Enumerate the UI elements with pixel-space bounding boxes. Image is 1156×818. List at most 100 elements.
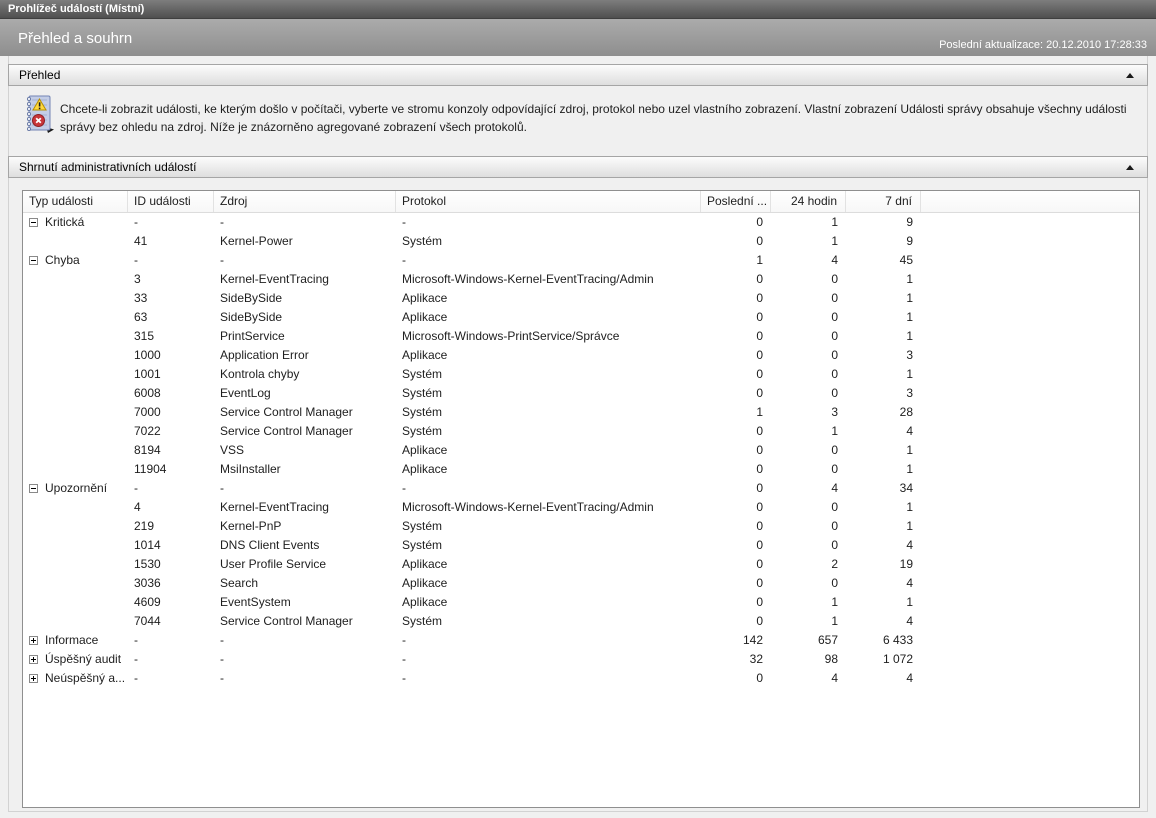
overview-body: Chcete-li zobrazit události, ke kterým d…	[8, 92, 1148, 150]
filler-cell	[921, 479, 1139, 498]
overview-section-title: Přehled	[19, 68, 61, 82]
table-row[interactable]: Informace - - - 142 657 6 433	[23, 631, 1139, 650]
event-id-cell: -	[134, 633, 138, 647]
table-row[interactable]: 4 Kernel-EventTracing Microsoft-Windows-…	[23, 498, 1139, 517]
source-cell: Kernel-EventTracing	[220, 500, 329, 514]
column-header-event-type[interactable]: Typ události	[23, 191, 128, 212]
table-row[interactable]: Upozornění - - - 0 4 34	[23, 479, 1139, 498]
log-cell: Aplikace	[402, 348, 448, 362]
days7-cell: 4	[906, 671, 913, 685]
filler-cell	[921, 441, 1139, 460]
collapse-icon[interactable]	[29, 484, 38, 493]
table-row[interactable]: 7044 Service Control Manager Systém 0 1 …	[23, 612, 1139, 631]
chevron-up-icon[interactable]	[1126, 73, 1134, 78]
event-type-label: Kritická	[45, 215, 85, 229]
filler-cell	[921, 555, 1139, 574]
hours24-cell: 1	[831, 215, 838, 229]
table-row[interactable]: 1014 DNS Client Events Systém 0 0 4	[23, 536, 1139, 555]
log-cell: Aplikace	[402, 310, 448, 324]
table-row[interactable]: 33 SideBySide Aplikace 0 0 1	[23, 289, 1139, 308]
filler-cell	[921, 289, 1139, 308]
page-title: Přehled a souhrn	[18, 30, 133, 47]
expand-icon[interactable]	[29, 636, 38, 645]
event-type-cell	[23, 346, 128, 365]
source-cell: Service Control Manager	[220, 614, 353, 628]
table-row[interactable]: 4609 EventSystem Aplikace 0 1 1	[23, 593, 1139, 612]
source-cell: Service Control Manager	[220, 405, 353, 419]
collapse-icon[interactable]	[29, 218, 38, 227]
days7-cell: 1	[906, 272, 913, 286]
column-header-24-hours[interactable]: 24 hodin	[771, 191, 846, 212]
hours24-cell: 98	[824, 652, 838, 666]
column-header-log[interactable]: Protokol	[396, 191, 701, 212]
days7-cell: 9	[906, 234, 913, 248]
summary-section-title: Shrnutí administrativních událostí	[19, 160, 197, 174]
table-row[interactable]: Neúspěšný a... - - - 0 4 4	[23, 669, 1139, 688]
table-row[interactable]: 1001 Kontrola chyby Systém 0 0 1	[23, 365, 1139, 384]
source-cell: -	[220, 652, 224, 666]
summary-section-header[interactable]: Shrnutí administrativních událostí	[8, 156, 1148, 178]
event-id-cell: -	[134, 215, 138, 229]
hours24-cell: 4	[831, 253, 838, 267]
source-cell: -	[220, 671, 224, 685]
hours24-cell: 657	[817, 633, 838, 647]
table-row[interactable]: 3036 Search Aplikace 0 0 4	[23, 574, 1139, 593]
collapse-icon[interactable]	[29, 256, 38, 265]
table-row[interactable]: 315 PrintService Microsoft-Windows-Print…	[23, 327, 1139, 346]
filler-cell	[921, 631, 1139, 650]
table-row[interactable]: 7022 Service Control Manager Systém 0 1 …	[23, 422, 1139, 441]
column-header-last-hour[interactable]: Poslední ...	[701, 191, 771, 212]
expand-icon[interactable]	[29, 674, 38, 683]
filler-cell	[921, 308, 1139, 327]
event-id-cell: 41	[134, 234, 148, 248]
event-log-icon	[27, 95, 54, 133]
table-row[interactable]: 11904 MsiInstaller Aplikace 0 0 1	[23, 460, 1139, 479]
table-row[interactable]: 63 SideBySide Aplikace 0 0 1	[23, 308, 1139, 327]
log-cell: Systém	[402, 234, 443, 248]
column-header-7-days[interactable]: 7 dní	[846, 191, 921, 212]
column-header-event-id[interactable]: ID události	[128, 191, 214, 212]
chevron-up-icon[interactable]	[1126, 165, 1134, 170]
source-cell: Service Control Manager	[220, 424, 353, 438]
hours24-cell: 0	[831, 519, 838, 533]
table-row[interactable]: 1530 User Profile Service Aplikace 0 2 1…	[23, 555, 1139, 574]
event-type-cell	[23, 289, 128, 308]
table-row[interactable]: Kritická - - - 0 1 9	[23, 213, 1139, 232]
event-type-cell	[23, 365, 128, 384]
source-cell: EventLog	[220, 386, 271, 400]
log-cell: Systém	[402, 367, 443, 381]
event-id-cell: 7044	[134, 614, 161, 628]
table-row[interactable]: 8194 VSS Aplikace 0 0 1	[23, 441, 1139, 460]
event-type-cell	[23, 574, 128, 593]
hours24-cell: 0	[831, 272, 838, 286]
table-row[interactable]: 219 Kernel-PnP Systém 0 0 1	[23, 517, 1139, 536]
table-row[interactable]: 7000 Service Control Manager Systém 1 3 …	[23, 403, 1139, 422]
overview-section-header[interactable]: Přehled	[8, 64, 1148, 86]
hours24-cell: 0	[831, 367, 838, 381]
days7-cell: 1	[906, 462, 913, 476]
days7-cell: 34	[899, 481, 913, 495]
event-type-cell	[23, 327, 128, 346]
expand-icon[interactable]	[29, 655, 38, 664]
event-id-cell: -	[134, 481, 138, 495]
table-row[interactable]: 1000 Application Error Aplikace 0 0 3	[23, 346, 1139, 365]
source-cell: EventSystem	[220, 595, 291, 609]
table-row[interactable]: Úspěšný audit - - - 32 98 1 072	[23, 650, 1139, 669]
event-type-label: Úspěšný audit	[45, 652, 122, 666]
days7-cell: 1 072	[882, 652, 913, 666]
table-row[interactable]: 6008 EventLog Systém 0 0 3	[23, 384, 1139, 403]
last-hour-cell: 0	[756, 310, 763, 324]
log-cell: -	[402, 253, 406, 267]
table-row[interactable]: 41 Kernel-Power Systém 0 1 9	[23, 232, 1139, 251]
event-type-cell	[23, 403, 128, 422]
hours24-cell: 1	[831, 424, 838, 438]
days7-cell: 1	[906, 443, 913, 457]
days7-cell: 3	[906, 386, 913, 400]
table-row[interactable]: 3 Kernel-EventTracing Microsoft-Windows-…	[23, 270, 1139, 289]
table-row[interactable]: Chyba - - - 1 4 45	[23, 251, 1139, 270]
column-header-source[interactable]: Zdroj	[214, 191, 396, 212]
log-cell: -	[402, 652, 406, 666]
source-cell: -	[220, 481, 224, 495]
log-cell: Microsoft-Windows-Kernel-EventTracing/Ad…	[402, 272, 654, 286]
event-type-cell	[23, 555, 128, 574]
